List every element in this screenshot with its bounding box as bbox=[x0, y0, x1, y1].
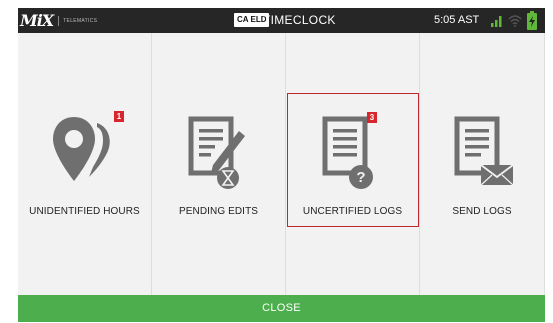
page-title: TIMECLOCK bbox=[263, 13, 336, 27]
battery-icon bbox=[527, 11, 537, 30]
brand-logo-text: MiX bbox=[20, 11, 54, 30]
document-edit-icon bbox=[188, 116, 245, 189]
status-clock: 5:05 AST bbox=[434, 14, 480, 26]
status-bar: MiX TELEMATICS CA ELD TIMECLOCK 5:05 AST bbox=[18, 8, 545, 33]
tile-send-logs[interactable]: SEND LOGS bbox=[420, 33, 545, 295]
uncertified-logs-count-badge: 3 bbox=[367, 112, 377, 123]
tile-unidentified-hours[interactable]: 1 UNIDENTIFIED HOURS bbox=[18, 33, 152, 295]
brand-divider bbox=[58, 15, 60, 26]
tile-label: PENDING EDITS bbox=[178, 206, 259, 217]
unidentified-hours-count-badge: 1 bbox=[114, 111, 124, 122]
wifi-icon bbox=[508, 15, 522, 27]
action-tiles: 1 UNIDENTIFIED HOURS PENDING EDITS ? 3 U… bbox=[18, 33, 545, 295]
svg-text:?: ? bbox=[356, 169, 365, 186]
brand-logo: MiX TELEMATICS bbox=[20, 11, 97, 30]
tile-label: SEND LOGS bbox=[452, 206, 512, 217]
app-screen: MiX TELEMATICS CA ELD TIMECLOCK 5:05 AST bbox=[18, 8, 545, 322]
close-button[interactable]: CLOSE bbox=[18, 295, 545, 322]
tile-label: UNCERTIFIED LOGS bbox=[302, 206, 403, 217]
tile-pending-edits[interactable]: PENDING EDITS bbox=[152, 33, 286, 295]
signal-icon bbox=[491, 16, 502, 27]
tile-uncertified-logs[interactable]: ? 3 UNCERTIFIED LOGS bbox=[286, 33, 420, 295]
document-question-icon: ? bbox=[322, 116, 373, 189]
map-pin-icon bbox=[53, 117, 110, 181]
document-mail-icon bbox=[454, 116, 514, 186]
brand-tagline: TELEMATICS bbox=[63, 17, 98, 24]
tile-label: UNIDENTIFIED HOURS bbox=[29, 206, 140, 217]
